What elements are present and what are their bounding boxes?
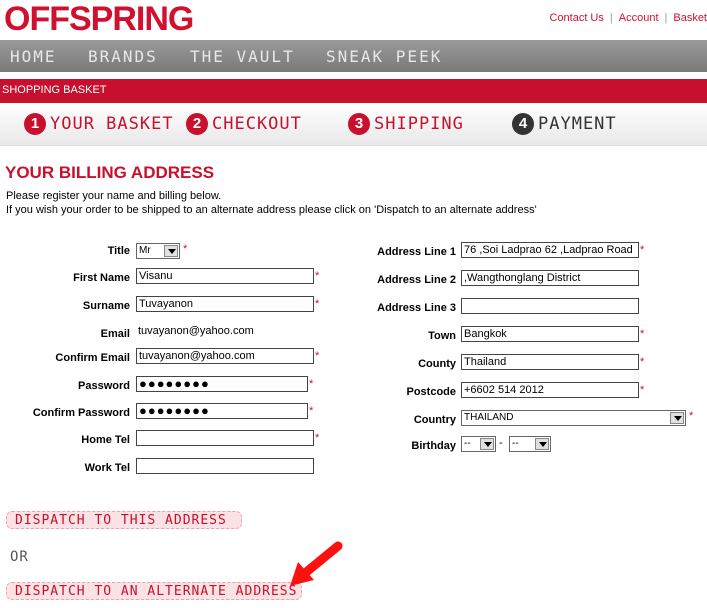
first-name-field[interactable]: Visanu [136, 268, 314, 284]
required-mark: * [640, 384, 645, 396]
required-mark: * [309, 405, 314, 417]
page-title: YOUR BILLING ADDRESS [5, 163, 215, 182]
surname-label: Surname [82, 300, 130, 312]
required-mark: * [315, 350, 320, 362]
email-label: Email [100, 328, 130, 340]
step-label: SHIPPING [374, 114, 464, 134]
required-mark: * [640, 328, 645, 340]
county-label: County [418, 358, 456, 370]
step-payment: 4 PAYMENT [512, 113, 617, 137]
birthday-label: Birthday [411, 440, 456, 452]
address-line-3-field[interactable] [461, 298, 639, 314]
title-label: Title [107, 245, 130, 257]
work-tel-label: Work Tel [84, 462, 130, 474]
password-field[interactable]: ●●●●●●●● [136, 376, 308, 392]
town-field[interactable]: Bangkok [461, 326, 639, 342]
step-your-basket[interactable]: 1 YOUR BASKET [24, 113, 174, 137]
required-mark: * [315, 298, 320, 310]
required-mark: * [689, 410, 694, 422]
home-tel-field[interactable] [136, 430, 314, 446]
step-checkout[interactable]: 2 CHECKOUT [186, 113, 302, 137]
birthday-month-value: -- [512, 438, 519, 449]
work-tel-field[interactable] [136, 458, 314, 474]
required-mark: * [640, 356, 645, 368]
confirm-email-label: Confirm Email [55, 352, 130, 364]
county-field[interactable]: Thailand [461, 354, 639, 370]
home-tel-label: Home Tel [81, 434, 130, 446]
step-number: 1 [24, 113, 46, 135]
brand-logo[interactable]: OFFSPRING [4, 0, 194, 38]
email-value: tuvayanon@yahoo.com [138, 325, 254, 337]
country-label: Country [413, 414, 456, 426]
town-label: Town [428, 330, 456, 342]
chevron-down-icon [670, 412, 684, 424]
required-mark: * [309, 378, 314, 390]
dispatch-to-this-address-button[interactable]: DISPATCH TO THIS ADDRESS [6, 511, 242, 529]
chevron-down-icon [535, 438, 549, 450]
dispatch-to-alternate-address-button[interactable]: DISPATCH TO AN ALTERNATE ADDRESS [6, 582, 302, 600]
main-nav: HOME BRANDS THE VAULT SNEAK PEEK [0, 40, 707, 72]
country-select[interactable]: THAILAND [461, 410, 686, 426]
section-bar: SHOPPING BASKET [0, 79, 707, 103]
first-name-label: First Name [73, 272, 130, 284]
address-line-1-label: Address Line 1 [377, 246, 456, 258]
account-link[interactable]: Account [619, 12, 659, 24]
required-mark: * [640, 244, 645, 256]
address-line-2-field[interactable]: ,Wangthonglang District [461, 270, 639, 286]
postcode-label: Postcode [406, 386, 456, 398]
title-select[interactable]: Mr [136, 243, 180, 259]
confirm-email-field[interactable]: tuvayanon@yahoo.com [136, 348, 314, 364]
country-value: THAILAND [464, 412, 514, 423]
step-shipping[interactable]: 3 SHIPPING [348, 113, 464, 137]
step-label: PAYMENT [538, 114, 617, 134]
step-label: YOUR BASKET [50, 114, 174, 134]
link-separator: | [664, 12, 668, 24]
pointer-arrow-icon [290, 541, 343, 586]
title-value: Mr [139, 245, 151, 256]
nav-brands[interactable]: BRANDS [88, 47, 158, 66]
nav-home[interactable]: HOME [10, 47, 57, 66]
address-line-2-label: Address Line 2 [377, 274, 456, 286]
surname-field[interactable]: Tuvayanon [136, 296, 314, 312]
birthday-day-value: -- [464, 438, 471, 449]
required-mark: * [315, 270, 320, 282]
step-number: 4 [512, 113, 534, 135]
birthday-separator: - [499, 437, 503, 449]
required-mark: * [315, 432, 320, 444]
intro-text: If you wish your order to be shipped to … [6, 204, 537, 216]
postcode-field[interactable]: +6602 514 2012 [461, 382, 639, 398]
nav-the-vault[interactable]: THE VAULT [190, 47, 295, 66]
or-text: OR [10, 549, 29, 565]
birthday-month-select[interactable]: -- [509, 436, 551, 452]
top-links: Contact Us | Account | Basket [549, 12, 707, 24]
confirm-password-field[interactable]: ●●●●●●●● [136, 403, 308, 419]
step-label: CHECKOUT [212, 114, 302, 134]
step-number: 2 [186, 113, 208, 135]
password-label: Password [78, 380, 130, 392]
chevron-down-icon [480, 438, 494, 450]
intro-text: Please register your name and billing be… [6, 190, 222, 202]
required-mark: * [183, 243, 188, 255]
link-separator: | [609, 12, 613, 24]
address-line-3-label: Address Line 3 [377, 302, 456, 314]
contact-us-link[interactable]: Contact Us [549, 12, 603, 24]
confirm-password-label: Confirm Password [32, 407, 130, 419]
birthday-day-select[interactable]: -- [461, 436, 496, 452]
nav-sneak-peek[interactable]: SNEAK PEEK [326, 47, 442, 66]
address-line-1-field[interactable]: 76 ,Soi Ladprao 62 ,Ladprao Road [461, 242, 639, 258]
checkout-steps: 1 YOUR BASKET 2 CHECKOUT 3 SHIPPING 4 PAYMEN… [0, 103, 707, 146]
chevron-down-icon [164, 245, 178, 257]
basket-link[interactable]: Basket [673, 12, 707, 24]
step-number: 3 [348, 113, 370, 135]
section-bar-title: SHOPPING BASKET [2, 84, 107, 96]
